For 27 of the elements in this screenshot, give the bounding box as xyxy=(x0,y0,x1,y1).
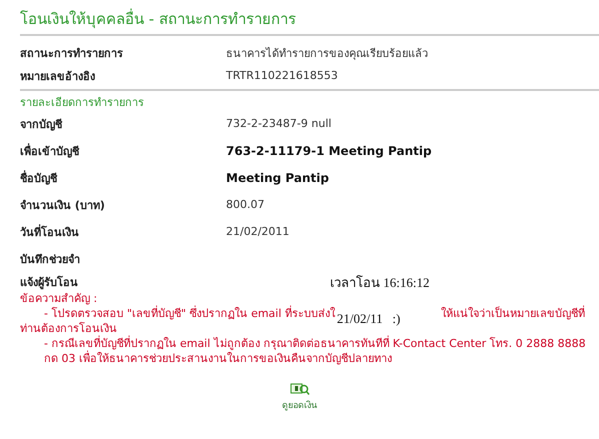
field-label: จำนวนเงิน (บาท) xyxy=(20,198,106,214)
notice-text: ให้แน่ใจว่าเป็นหมายเลขบัญชีที่ xyxy=(440,306,585,321)
field-value: 732-2-23487-9 null xyxy=(226,117,332,130)
balance-button[interactable]: ดูยอดเงิน xyxy=(280,380,319,414)
field-value: TRTR110221618553 xyxy=(226,69,339,82)
field-label: สถานะการทำรายการ xyxy=(20,46,124,62)
field-value: 21/02/2011 xyxy=(226,225,290,238)
field-value: Meeting Pantip xyxy=(226,170,330,184)
field-value: 763-2-11179-1 Meeting Pantip xyxy=(226,144,433,158)
page-title: โอนเงินให้บุคคลอื่น - สถานะการทำรายการ xyxy=(20,8,297,30)
notice-text: - กรณีเลขที่บัญชีที่ปรากฏใน email ไม่ถูกต้อง กรุณาติดต่อธนาคารทันทีที่ K-Contact Center โทร. 0 2888 8888 กด 03 เพื่อให้ธนาคารช่วยประสานงานในการขอเงินคืนจากบัญชีปลายทาง xyxy=(43,336,587,366)
notice-heading: ข้อความสำคัญ : xyxy=(20,292,98,306)
stamp-text: เวลาโอน 16:16:12 xyxy=(330,274,430,292)
field-label: วันที่โอนเงิน xyxy=(20,223,80,240)
field-value: 800.07 xyxy=(226,198,266,211)
field-label: บันทึกช่วยจำ xyxy=(20,252,81,268)
field-label: เพื่อเข้าบัญชี xyxy=(20,142,80,160)
stamp-text: 21/02/11 :) xyxy=(336,311,402,326)
field-label: ชื่อบัญชี xyxy=(20,169,58,186)
field-label: จากบัญชี xyxy=(20,116,64,132)
field-label: แจ้งผู้รับโอน xyxy=(20,274,79,291)
field-label: หมายเลขอ้างอิง xyxy=(20,68,96,84)
field-value: ธนาคารได้ทำรายการของคุณเรียบร้อยแล้ว xyxy=(226,46,429,62)
money-search-icon xyxy=(290,382,310,396)
section-heading: รายละเอียดการทำรายการ xyxy=(20,96,145,110)
notice-text: - โปรดตรวจสอบ "เลขที่บัญชี" ซึ่งปรากฏใน email ที่ระบบส่งใ xyxy=(44,306,335,321)
notice-text: ท่านต้องการโอนเงิน xyxy=(20,321,118,336)
